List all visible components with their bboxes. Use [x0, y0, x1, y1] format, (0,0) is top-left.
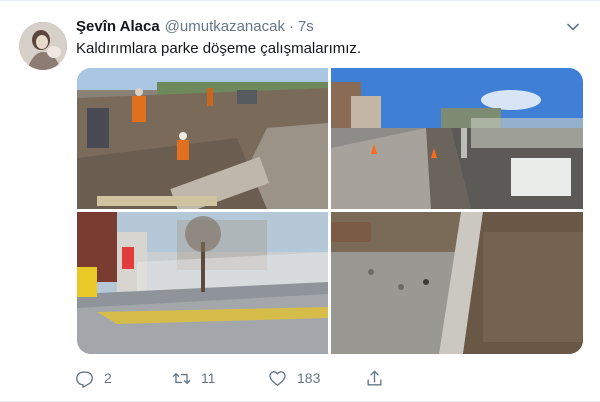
- photo-street-curb-construction[interactable]: [331, 68, 583, 209]
- retweet-icon: [172, 372, 191, 384]
- like-count: 183: [297, 370, 321, 386]
- photo-finished-sidewalk-tree[interactable]: [77, 212, 328, 354]
- share-button[interactable]: [365, 369, 384, 388]
- photo-fresh-concrete-curb[interactable]: [331, 212, 583, 354]
- tweet-card[interactable]: Şevîn Alaca @umutkazanacak · 7s Kaldırım…: [0, 0, 600, 402]
- retweet-count: 11: [201, 370, 216, 386]
- reply-icon: [76, 370, 93, 388]
- display-name[interactable]: Şevîn Alaca: [76, 18, 160, 35]
- retweet-button[interactable]: 11: [172, 369, 216, 388]
- tweet-time[interactable]: 7s: [298, 18, 314, 35]
- separator-dot: ·: [288, 18, 294, 35]
- photo-workers-laying-pavers[interactable]: [77, 68, 328, 209]
- reply-count: 2: [104, 370, 112, 386]
- heart-icon: [269, 370, 286, 386]
- user-handle[interactable]: @umutkazanacak: [165, 18, 285, 35]
- like-button[interactable]: 183: [268, 369, 320, 388]
- tweet-text: Kaldırımlara parke döşeme çalışmalarımız…: [76, 40, 362, 57]
- tweet-actions: 2 11 183: [75, 367, 580, 389]
- reply-button[interactable]: 2: [75, 369, 112, 388]
- share-icon: [367, 370, 382, 386]
- media-grid: [77, 68, 583, 354]
- tweet-header: Şevîn Alaca @umutkazanacak · 7s: [76, 18, 580, 40]
- chevron-down-icon[interactable]: [566, 20, 580, 34]
- user-avatar[interactable]: [19, 22, 67, 70]
